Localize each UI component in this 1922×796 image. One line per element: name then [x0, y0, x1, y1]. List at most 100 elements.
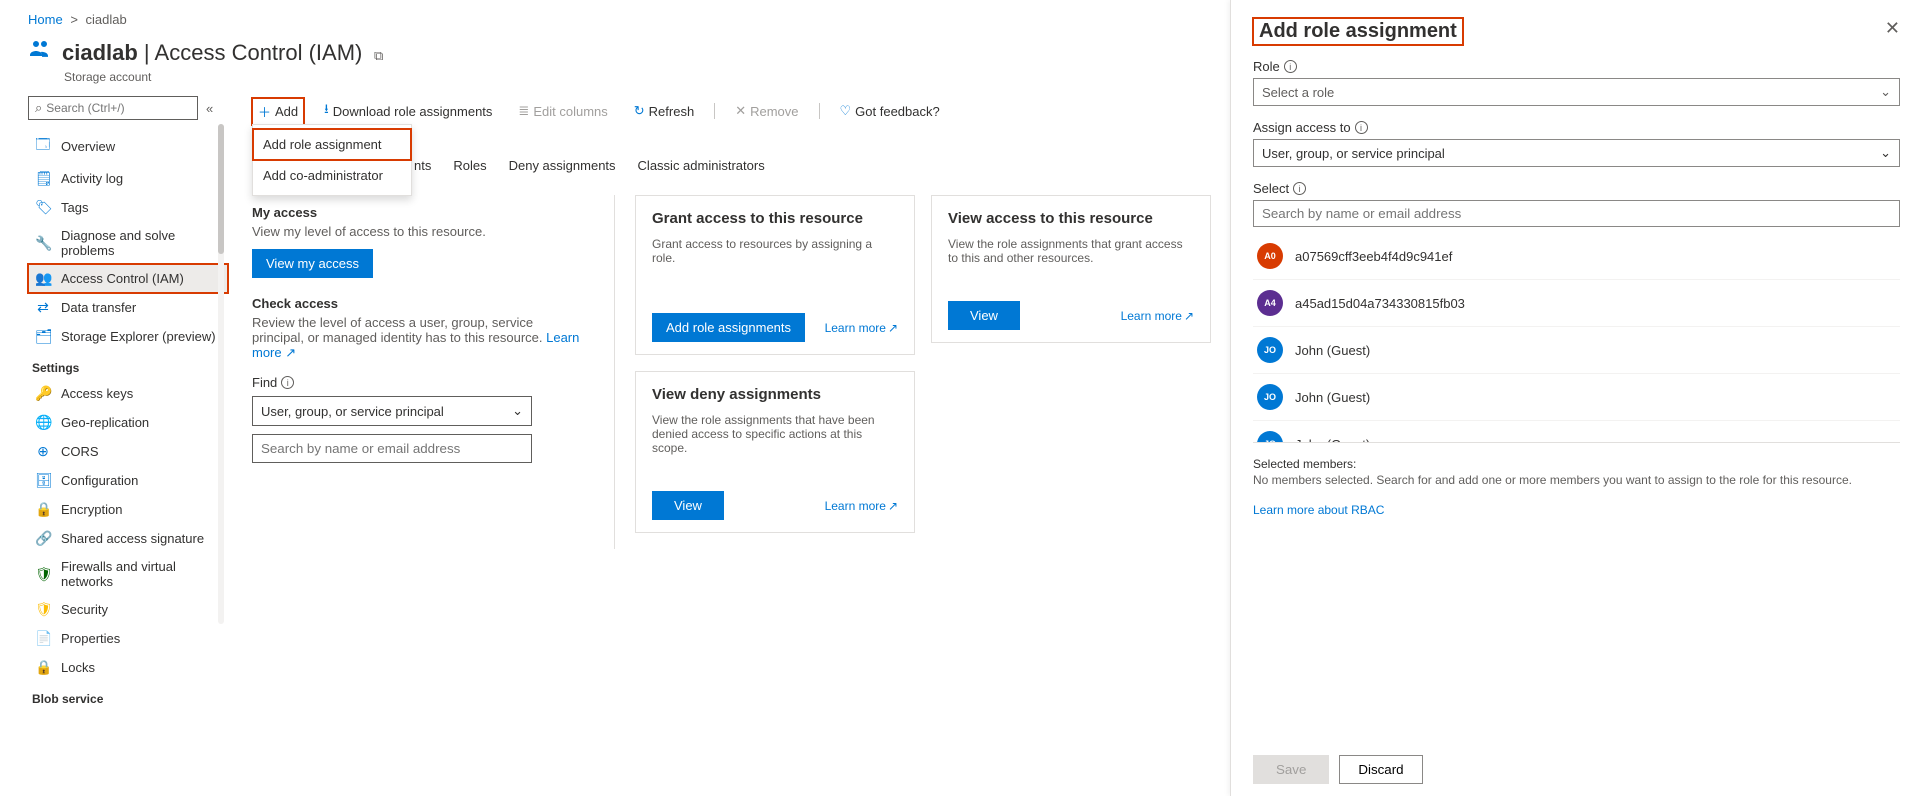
assign-select-value: User, group, or service principal [1262, 146, 1445, 161]
grant-learn-link[interactable]: Learn more ↗ [825, 321, 898, 335]
add-role-assignment-item[interactable]: Add role assignment [253, 129, 411, 160]
role-select[interactable]: Select a role ⌄ [1253, 78, 1900, 106]
select-search-input[interactable] [1253, 200, 1900, 227]
sidebar-item[interactable]: ⇄Data transfer [28, 293, 228, 322]
deny-desc: View the role assignments that have been… [652, 413, 898, 455]
avatar: A0 [1257, 243, 1283, 269]
tab-partial[interactable]: nts [412, 152, 433, 179]
sidebar-item[interactable]: ⊕CORS [28, 437, 228, 466]
assign-select[interactable]: User, group, or service principal ⌄ [1253, 139, 1900, 167]
learn-rbac-link[interactable]: Learn more about RBAC [1253, 503, 1384, 517]
user-name: John (Guest) [1295, 390, 1370, 405]
add-role-assignments-button[interactable]: Add role assignments [652, 313, 805, 342]
deny-learn-link[interactable]: Learn more ↗ [825, 499, 898, 513]
search-input[interactable] [46, 101, 191, 115]
download-icon: ⭳ [324, 100, 329, 122]
sidebar-item[interactable]: 🗄Configuration [28, 466, 228, 495]
sidebar-item[interactable]: 🔒Locks [28, 653, 228, 682]
user-row[interactable]: A0a07569cff3eeb4f4d9c941ef [1253, 233, 1900, 280]
sidebar-item[interactable]: 📄Properties [28, 624, 228, 653]
user-name: John (Guest) [1295, 343, 1370, 358]
menu-icon: 🗔 [35, 134, 51, 158]
user-list[interactable]: A0a07569cff3eeb4f4d9c941efA4a45ad15d04a7… [1253, 233, 1900, 443]
menu-icon: 🗄 [35, 472, 51, 489]
download-button[interactable]: ⭳ Download role assignments [318, 96, 498, 126]
view-my-access-button[interactable]: View my access [252, 249, 373, 278]
discard-button[interactable]: Discard [1339, 755, 1422, 784]
view-access-button[interactable]: View [948, 301, 1020, 330]
info-icon[interactable]: i [1293, 182, 1306, 195]
menu-label: Security [61, 602, 108, 617]
sidebar-item[interactable]: 🗔Overview [28, 128, 228, 164]
add-button[interactable]: ＋ Add [252, 98, 304, 125]
heart-icon: ♡ [840, 103, 852, 119]
menu-label: Properties [61, 631, 120, 646]
info-icon[interactable]: i [1284, 60, 1297, 73]
tab-roles[interactable]: Roles [451, 152, 488, 179]
info-icon[interactable]: i [281, 376, 294, 389]
sidebar-scrollbar[interactable] [218, 124, 224, 624]
panel-title: Add role assignment [1253, 18, 1463, 45]
sidebar-item[interactable]: 🔗Shared access signature [28, 524, 228, 553]
user-row[interactable]: JOJohn (Guest) [1253, 327, 1900, 374]
view-learn-link[interactable]: Learn more ↗ [1121, 309, 1194, 323]
menu-icon: ⊕ [35, 443, 51, 460]
edit-label: Edit columns [533, 104, 607, 119]
sidebar-item[interactable]: 🏷Tags [28, 193, 228, 222]
grant-title: Grant access to this resource [652, 210, 898, 227]
sidebar-item[interactable]: 🛡Security [28, 595, 228, 624]
feedback-button[interactable]: ♡ Got feedback? [834, 99, 946, 123]
title-sep: | [138, 40, 155, 65]
toolbar-separator [819, 103, 820, 119]
external-icon: ↗ [888, 499, 898, 513]
collapse-icon[interactable]: « [206, 101, 213, 116]
breadcrumb-home[interactable]: Home [28, 12, 63, 27]
refresh-button[interactable]: ↻ Refresh [628, 99, 700, 123]
select-label: Select i [1253, 181, 1900, 196]
sidebar-item[interactable]: 👥Access Control (IAM) [28, 264, 228, 293]
find-search-input[interactable] [252, 434, 532, 463]
info-icon[interactable]: i [1355, 121, 1368, 134]
search-input-wrap[interactable]: ⌕ [28, 96, 198, 120]
user-row[interactable]: JOJohn (Guest) [1253, 421, 1900, 443]
sidebar-item[interactable]: 🔑Access keys [28, 379, 228, 408]
tab-classic[interactable]: Classic administrators [636, 152, 767, 179]
refresh-icon: ↻ [634, 103, 645, 119]
sidebar-item[interactable]: 🛡Firewalls and virtual networks [28, 553, 228, 595]
sidebar-item[interactable]: 🗒Activity log [28, 164, 228, 193]
close-icon[interactable]: ✕ [1885, 18, 1900, 39]
find-select[interactable]: User, group, or service principal ⌄ [252, 396, 532, 426]
external-icon: ↗ [1184, 309, 1194, 323]
copy-icon[interactable]: ⧉ [374, 48, 383, 63]
menu-label: Locks [61, 660, 95, 675]
grant-access-card: Grant access to this resource Grant acce… [635, 195, 915, 355]
page-title-sub: Access Control (IAM) [155, 40, 363, 65]
menu-label: Firewalls and virtual networks [61, 559, 224, 589]
sidebar-item[interactable]: 🔧Diagnose and solve problems [28, 222, 228, 264]
external-icon: ↗ [888, 321, 898, 335]
menu-icon: 🔒 [35, 501, 51, 518]
sidebar-item[interactable]: 🌐Geo-replication [28, 408, 228, 437]
user-row[interactable]: A4a45ad15d04a734330815fb03 [1253, 280, 1900, 327]
breadcrumb-current[interactable]: ciadlab [86, 12, 127, 27]
menu-icon: 🗒 [35, 170, 51, 187]
people-icon [28, 37, 52, 68]
save-button: Save [1253, 755, 1329, 784]
menu-label: Access keys [61, 386, 133, 401]
menu-icon: 🌐 [35, 414, 51, 431]
sidebar-item[interactable]: 🔒Encryption [28, 495, 228, 524]
view-deny-button[interactable]: View [652, 491, 724, 520]
add-label: Add [275, 104, 298, 119]
menu-icon: 🔗 [35, 530, 51, 547]
add-co-admin-item[interactable]: Add co-administrator [253, 160, 411, 191]
user-row[interactable]: JO John (Guest) [1253, 374, 1900, 421]
settings-section: Settings [28, 351, 228, 379]
tab-deny[interactable]: Deny assignments [507, 152, 618, 179]
edit-columns-button: ≣ Edit columns [512, 99, 613, 123]
chevron-down-icon: ⌄ [512, 403, 523, 419]
avatar: JO [1257, 384, 1283, 410]
menu-icon: 👥 [35, 270, 51, 287]
sidebar-item[interactable]: 🗂Storage Explorer (preview) [28, 322, 228, 351]
selected-members-heading: Selected members: [1253, 457, 1900, 471]
page-title-main: ciadlab [62, 40, 138, 65]
